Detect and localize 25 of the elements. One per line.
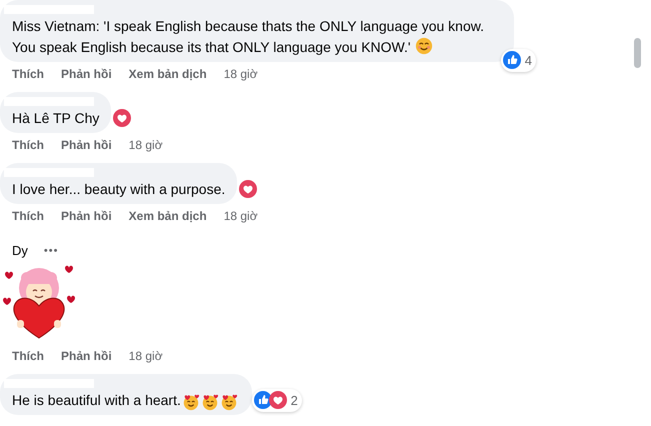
comment-text: Hà Lê TP Chy: [12, 109, 100, 128]
comment-action-link[interactable]: Xem bản dịch: [128, 65, 207, 83]
reaction-count-badge[interactable]: 4: [500, 48, 536, 72]
comment-action-link[interactable]: Phản hồi: [61, 65, 112, 83]
timestamp: 18 giờ: [128, 348, 163, 365]
comment-action-link[interactable]: Phản hồi: [61, 207, 112, 225]
timestamp: 18 giờ: [224, 66, 258, 83]
comment-action-link[interactable]: Thích: [12, 207, 44, 225]
reaction-count-badge[interactable]: 2: [252, 388, 302, 412]
timestamp: 18 giờ: [128, 137, 163, 154]
reaction-count: 2: [290, 392, 298, 410]
author-name[interactable]: Dy: [12, 241, 28, 261]
comment-text: He is beautiful with a heart.: [12, 391, 181, 410]
comment-action-link[interactable]: Phản hồi: [61, 347, 112, 365]
comment-action-link[interactable]: Xem bản dịch: [128, 207, 207, 225]
comment-action-link[interactable]: Thích: [12, 65, 44, 83]
timestamp: 18 giờ: [224, 208, 258, 225]
comment-action-link[interactable]: Phản hồi: [61, 136, 112, 154]
more-options-button[interactable]: •••: [44, 242, 58, 260]
comment-action-link[interactable]: Thích: [12, 136, 44, 154]
scrollbar-thumb[interactable]: [634, 38, 641, 68]
comment-text: Miss Vietnam: 'I speak English because thats the ONLY language you know. You speak English because its that ONLY language you KNOW.': [12, 17, 485, 57]
comment-action-link[interactable]: Thích: [12, 347, 44, 365]
reaction-count: 4: [524, 52, 532, 70]
comment-text: I love her... beauty with a purpose.: [12, 180, 226, 199]
